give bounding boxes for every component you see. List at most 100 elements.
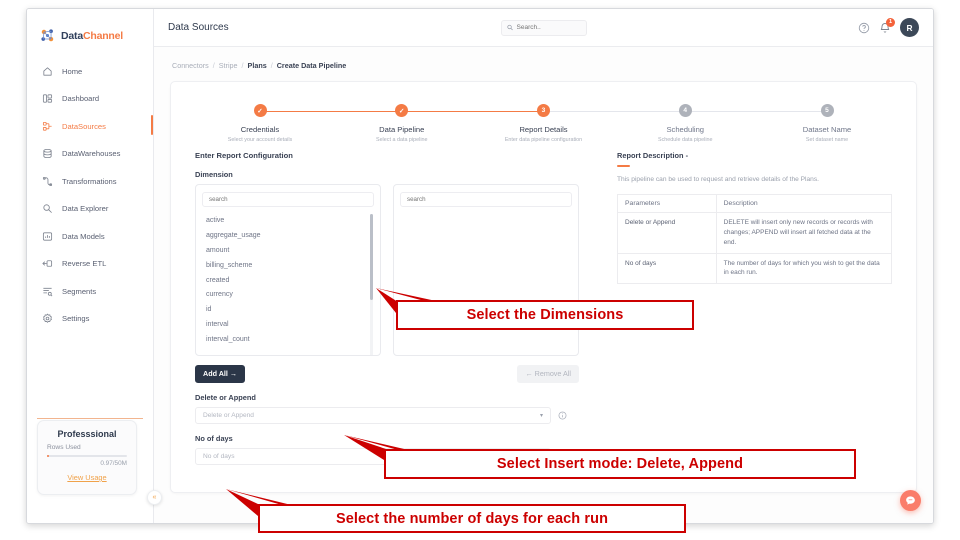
sidebar-item-datawarehouses[interactable]: DataWarehouses (27, 144, 153, 164)
breadcrumb-separator: / (241, 61, 244, 70)
breadcrumb-item-stripe[interactable]: Stripe (219, 61, 238, 70)
plan-card: Professsional Rows Used 0.97/50M View Us… (37, 419, 137, 495)
data-models-icon (42, 231, 53, 241)
delete-or-append-value: Delete or Append (203, 411, 254, 419)
sidebar-item-data-explorer[interactable]: Data Explorer (27, 199, 153, 219)
selected-search[interactable] (400, 191, 572, 207)
list-item[interactable]: aggregate_usage (202, 228, 374, 243)
step-label: Scheduling (666, 125, 705, 134)
step-credentials[interactable]: ✓ Credentials Select your account detail… (205, 104, 315, 143)
delete-or-append-row: Delete or Append ▾ (195, 406, 595, 424)
parameters-table: Parameters Description Delete or Append … (617, 194, 893, 285)
step-description: Select a data pipeline (375, 136, 428, 143)
chat-bubble-icon (906, 496, 915, 505)
available-dimensions-list[interactable]: active aggregate_usage amount billing_sc… (202, 213, 374, 355)
available-search[interactable] (202, 191, 374, 207)
dimension-label: Dimension (195, 169, 233, 179)
form-section-title: Enter Report Configuration (195, 150, 293, 160)
info-circle-icon[interactable] (558, 452, 567, 461)
sidebar-item-label: Dashboard (62, 94, 100, 103)
usage-count: 0.97/50M (100, 460, 127, 467)
list-scrollbar-thumb[interactable] (370, 213, 373, 300)
reverse-etl-icon (42, 260, 53, 267)
delete-or-append-select[interactable]: Delete or Append ▾ (195, 406, 551, 424)
step-scheduling[interactable]: 4 Scheduling Schedule data pipeline (630, 104, 740, 143)
step-description: Enter data pipeline configuration (504, 136, 583, 143)
step-description: Select your account details (227, 136, 293, 143)
table-row: No of days The number of days for which … (617, 252, 893, 285)
step-indicator-check: ✓ (395, 104, 409, 117)
selected-search-input[interactable] (407, 195, 565, 203)
available-search-input[interactable] (209, 195, 367, 203)
notification-button[interactable]: 1 (879, 17, 895, 34)
breadcrumb-separator: / (270, 61, 273, 70)
step-label: Data Pipeline (379, 125, 425, 134)
content-area: Connectors / Stripe / Plans / Create Dat… (154, 47, 933, 523)
selected-dimensions-list[interactable] (400, 214, 572, 355)
list-item[interactable]: currency (202, 287, 374, 302)
list-item[interactable]: amount (202, 243, 374, 258)
list-item[interactable]: id (202, 302, 374, 317)
list-item[interactable]: created (202, 273, 374, 288)
no-of-days-input[interactable]: No of days (195, 447, 551, 465)
add-all-button[interactable]: Add All → (195, 364, 246, 383)
search-input[interactable] (516, 24, 581, 31)
cell-parameter: No of days (617, 252, 717, 285)
breadcrumb-item-plans[interactable]: Plans (248, 61, 267, 70)
remove-all-button[interactable]: ← Remove All (517, 364, 579, 383)
usage-progress-bar (47, 454, 127, 457)
app-window: DataChannel Home Dashboard DataSources D… (26, 8, 934, 524)
sidebar-collapse-button[interactable]: « (147, 490, 162, 505)
table-row: Delete or Append DELETE will insert only… (617, 212, 893, 254)
sidebar-item-reverse-etl[interactable]: Reverse ETL (27, 254, 153, 274)
sidebar-item-dashboard[interactable]: Dashboard (27, 89, 153, 109)
step-indicator-number: 4 (678, 104, 692, 117)
breadcrumb-separator: / (212, 61, 215, 70)
no-of-days-row: No of days (195, 447, 595, 465)
step-indicator-check: ✓ (253, 104, 267, 117)
view-usage-link[interactable]: View Usage (67, 473, 106, 482)
brand-logo[interactable]: DataChannel (27, 9, 153, 49)
breadcrumb: Connectors / Stripe / Plans / Create Dat… (170, 47, 917, 70)
sidebar-item-label: Home (62, 66, 83, 76)
list-item[interactable]: billing_scheme (202, 258, 374, 273)
sidebar-item-datasources[interactable]: DataSources (27, 115, 153, 136)
sidebar-item-label: Settings (62, 314, 90, 323)
data-explorer-icon (43, 204, 52, 213)
table-header-row: Parameters Description (617, 194, 893, 214)
help-circle-icon[interactable] (858, 22, 870, 34)
usage-progress-fill (47, 454, 49, 457)
step-report-details[interactable]: 3 Report Details Enter data pipeline con… (489, 104, 599, 143)
sidebar-item-segments[interactable]: Segments (27, 281, 153, 301)
available-dimensions-panel: active aggregate_usage amount billing_sc… (195, 183, 381, 356)
chat-widget-button[interactable] (900, 490, 921, 511)
report-description-panel: Report Description - This pipeline can b… (617, 151, 893, 465)
topbar-actions: 1 R (858, 17, 919, 37)
sidebar-item-data-models[interactable]: Data Models (27, 226, 153, 246)
step-description: Set dataset name (805, 136, 849, 143)
column-header-parameters: Parameters (617, 194, 717, 214)
cell-description: DELETE will insert only new records or r… (715, 212, 893, 254)
sidebar-item-settings[interactable]: Settings (27, 309, 153, 329)
segments-icon (43, 287, 53, 296)
report-description-text: This pipeline can be used to request and… (617, 175, 819, 183)
breadcrumb-item-connectors[interactable]: Connectors (172, 61, 209, 70)
step-data-pipeline[interactable]: ✓ Data Pipeline Select a data pipeline (347, 104, 457, 143)
avatar[interactable]: R (900, 18, 919, 37)
page-title: Data Sources (168, 22, 229, 33)
info-circle-icon[interactable] (558, 411, 567, 420)
sidebar-item-label: Data Explorer (62, 204, 109, 213)
datasources-icon (42, 121, 52, 131)
global-search[interactable] (500, 19, 587, 36)
list-item[interactable]: interval_count (202, 332, 374, 347)
topbar: Data Sources 1 R (154, 9, 933, 47)
step-dataset-name[interactable]: 5 Dataset Name Set dataset name (772, 104, 882, 143)
sidebar-item-label: Segments (62, 286, 97, 296)
datawarehouses-icon (43, 148, 52, 159)
sidebar-item-transformations[interactable]: Transformations (27, 171, 153, 191)
settings-gear-icon (43, 313, 52, 323)
sidebar-item-home[interactable]: Home (27, 61, 153, 81)
list-item[interactable]: active (202, 214, 374, 229)
step-description: Schedule data pipeline (657, 136, 713, 143)
list-item[interactable]: interval (202, 317, 374, 332)
